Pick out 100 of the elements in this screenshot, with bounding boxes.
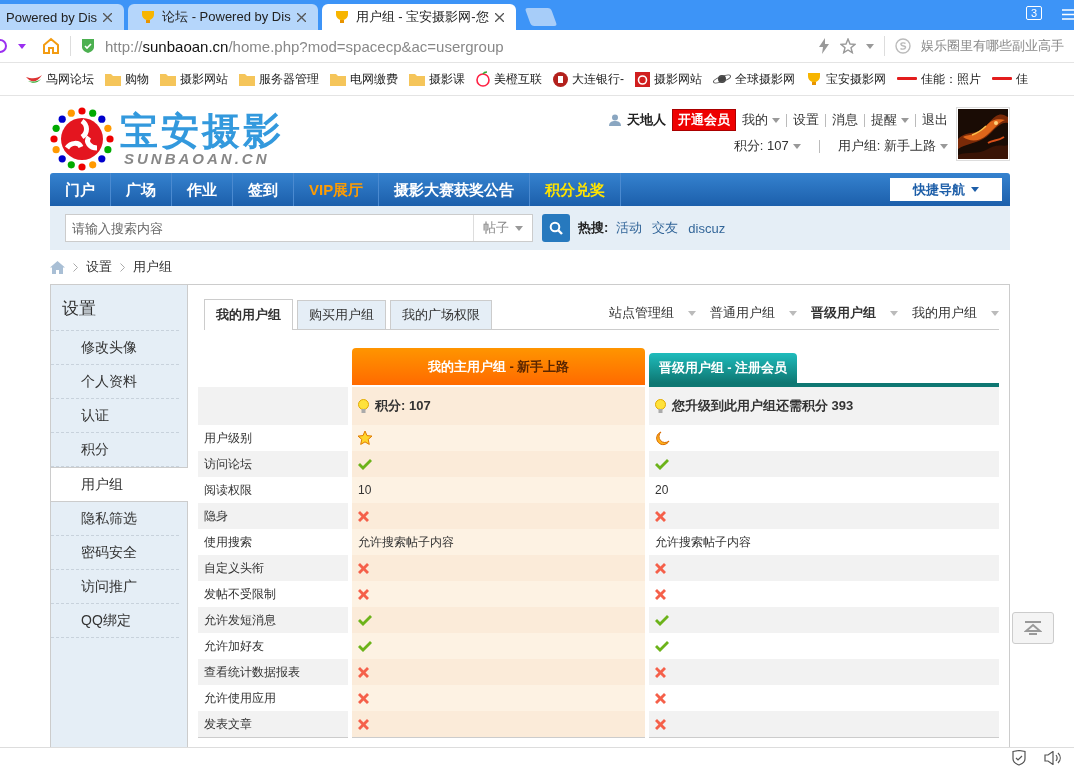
back-to-top-button[interactable] [1012, 612, 1054, 644]
bookmark[interactable]: 服务器管理 [239, 70, 319, 88]
browser-tab[interactable]: 论坛 - Powered by Dis [128, 4, 318, 30]
user-menu-link[interactable]: 我的 [742, 111, 780, 129]
bookmark[interactable]: 鸟网论坛 [26, 70, 94, 88]
bookmark[interactable]: 购物 [105, 70, 149, 88]
bank-icon [553, 71, 568, 87]
logo-icon [992, 76, 1012, 82]
sidebar-item[interactable]: QQ绑定 [51, 604, 179, 638]
tab[interactable]: 我的用户组 [204, 299, 293, 330]
cross-icon [655, 588, 666, 600]
tab[interactable]: 购买用户组 [297, 300, 386, 329]
bookmark[interactable]: 全球摄影网 [713, 70, 795, 88]
row-label: 查看统计数据报表 [198, 659, 348, 685]
row-label: 访问论坛 [198, 451, 348, 477]
scope-dropdown[interactable]: 帖子 [473, 215, 532, 241]
group-link[interactable]: 晋级用户组 [811, 304, 898, 322]
cross-icon [358, 588, 369, 600]
user-group-link[interactable]: 用户组: 新手上路 [837, 137, 948, 155]
sidebar-item[interactable]: 用户组 [51, 467, 188, 502]
hot-search-label: 热搜: [578, 219, 609, 237]
cross-icon [655, 692, 666, 704]
cross-icon [358, 666, 369, 678]
lightning-icon[interactable] [818, 38, 830, 54]
row-label: 发帖不受限制 [203, 585, 277, 603]
bookmark[interactable]: 电网缴费 [330, 70, 398, 88]
group-link[interactable]: 普通用户组 [710, 304, 797, 322]
bookmark[interactable]: 宝安摄影网 [806, 70, 886, 88]
quick-nav-button[interactable]: 快捷导航 [890, 178, 1002, 201]
check-icon [655, 640, 669, 652]
caret-icon [940, 143, 948, 149]
logo-title: 宝安摄影 [120, 111, 284, 151]
column-info: 积分: 107 [352, 387, 645, 425]
cross-icon [358, 692, 369, 704]
sidebar-item[interactable]: 个人资料 [51, 365, 179, 399]
bookmark[interactable]: 摄影网站 [635, 70, 702, 88]
credits-link[interactable]: 积分: 107 [733, 137, 801, 155]
user-icon [609, 114, 621, 126]
search-button[interactable] [542, 214, 570, 242]
user-menu-link[interactable]: 提醒 [871, 111, 909, 129]
row-label: 允许发短消息 [198, 607, 348, 633]
check-icon [655, 458, 669, 470]
hot-search-link[interactable]: 活动 [616, 219, 643, 237]
star-icon[interactable] [840, 38, 856, 54]
breadcrumb-link[interactable]: 设置 [86, 258, 112, 276]
row-label: 自定义头衔 [198, 555, 348, 581]
browser-tab[interactable]: 用户组 - 宝安摄影网-您 [321, 4, 516, 30]
caret-icon [971, 187, 979, 192]
bookmark[interactable]: 摄影网站 [160, 70, 228, 88]
column-header: 我的主用户组 - 新手上路 [352, 348, 645, 385]
cross-icon [358, 510, 369, 522]
trophy-icon [806, 71, 822, 87]
caret-icon [688, 310, 696, 316]
check-icon [358, 614, 372, 626]
user-menu-link[interactable]: 设置 [793, 111, 819, 129]
row-label: 阅读权限 [203, 481, 253, 499]
sidebar-title: 设置 [51, 285, 179, 331]
search-field[interactable]: 娱乐圈里有哪些副业高手 [921, 37, 1064, 55]
cross-icon [655, 666, 666, 678]
group-link[interactable]: 站点管理组 [609, 304, 696, 322]
user-menu-link[interactable]: 消息 [832, 111, 858, 129]
close-icon[interactable] [103, 12, 113, 22]
folder-icon [330, 72, 346, 86]
sidebar-item[interactable]: 密码安全 [51, 536, 179, 570]
sidebar-item[interactable]: 修改头像 [51, 331, 179, 365]
close-icon[interactable] [296, 12, 306, 22]
address-field[interactable]: http://sunbaoan.cn/home.php?mod=spacecp&ac=usergroup [105, 37, 808, 55]
star-icon [358, 431, 372, 445]
caret-icon [890, 310, 898, 316]
group-link[interactable]: 我的用户组 [912, 304, 999, 322]
hot-search-link[interactable]: discuz [688, 220, 726, 236]
caret-icon [789, 310, 797, 316]
browser-tab[interactable]: Powered by Dis [0, 4, 125, 30]
bookmark[interactable]: 美橙互联 [476, 70, 542, 88]
menu-icon[interactable] [1062, 9, 1074, 20]
check-icon [358, 458, 372, 470]
sidebar-item[interactable]: 隐私筛选 [51, 502, 179, 536]
search-field[interactable]: 请输入搜索内容 帖子 [65, 214, 533, 242]
row-label: 使用搜索 [203, 533, 253, 551]
username-link[interactable]: 天地人 [627, 111, 666, 129]
hot-search-link[interactable]: 交友 [652, 219, 679, 237]
bookmark[interactable]: 大连银行- [553, 70, 624, 88]
sidebar-item[interactable]: 访问推广 [51, 570, 179, 604]
cross-icon [655, 510, 666, 522]
bookmark[interactable]: 佳 [992, 70, 1028, 88]
bookmark[interactable]: 佳能：照片 [897, 70, 981, 88]
bookmark[interactable]: 摄影课 [409, 70, 465, 88]
speaker-icon[interactable] [1044, 751, 1062, 765]
close-icon[interactable] [494, 12, 504, 22]
shield-icon[interactable] [1012, 750, 1026, 766]
breadcrumb-link[interactable]: 用户组 [133, 258, 172, 276]
lightbulb-icon [358, 398, 369, 414]
sidebar-item[interactable]: 认证 [51, 399, 179, 433]
vip-button[interactable]: 开通会员 [672, 109, 736, 131]
logo-icon[interactable] [50, 107, 114, 171]
cross-icon [655, 562, 666, 574]
table-cell-text: 允许搜索帖子内容 [654, 533, 752, 551]
user-menu-link[interactable]: 退出 [922, 111, 948, 129]
row-label: 发表文章 [198, 711, 348, 737]
tab[interactable]: 我的广场权限 [390, 300, 492, 329]
